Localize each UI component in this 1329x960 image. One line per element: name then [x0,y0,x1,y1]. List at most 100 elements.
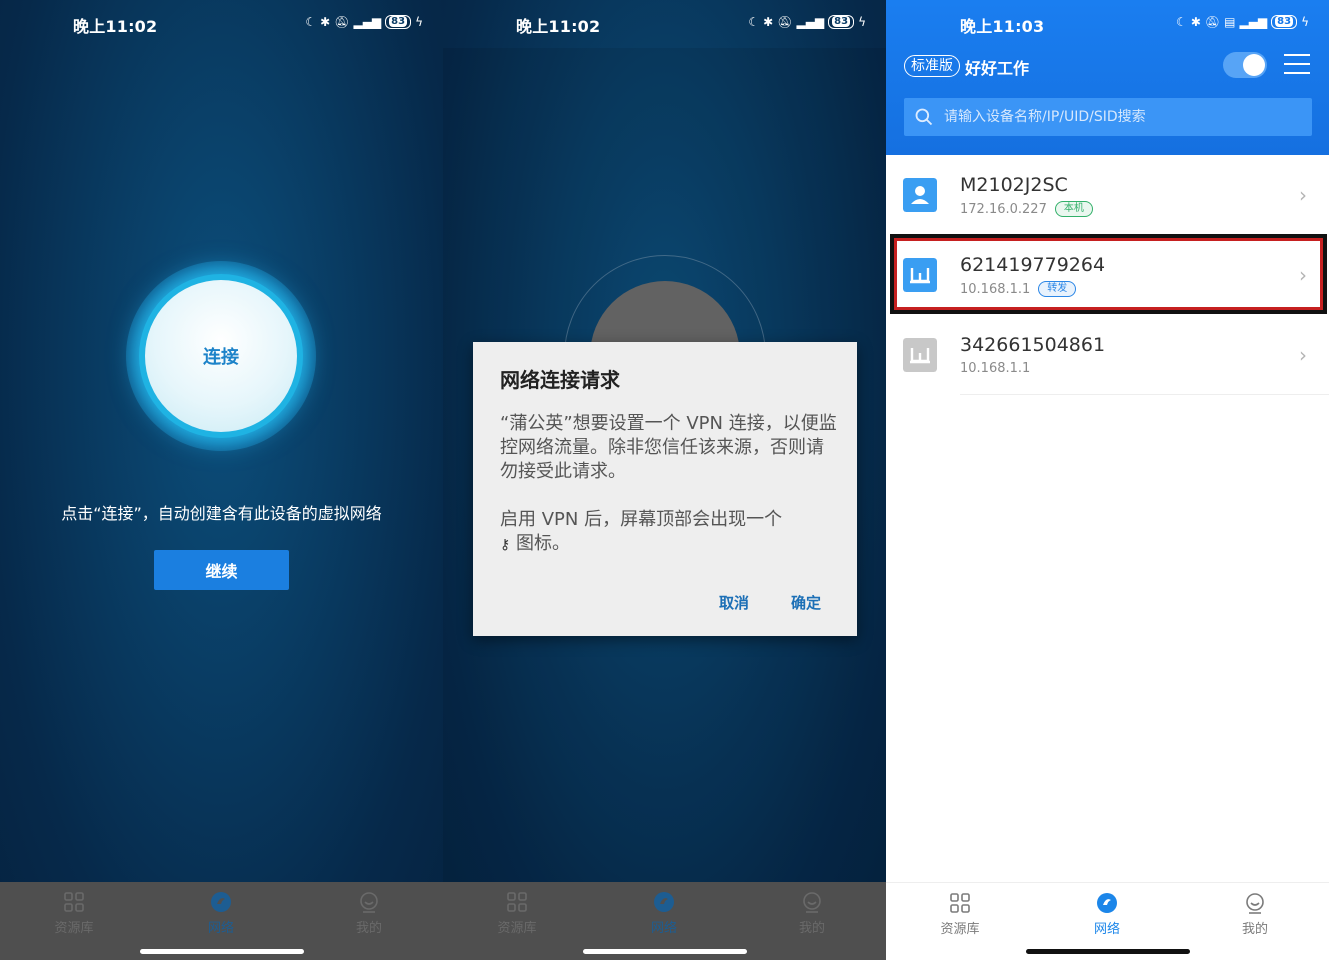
charging-icon: ϟ [415,15,423,29]
profile-icon [803,892,821,913]
network-icon [1097,893,1117,913]
chevron-right-icon: › [1299,183,1307,207]
status-time: 晚上11:02 [516,17,601,36]
bluetooth-icon: ✱ [763,15,774,29]
nav-item-library[interactable]: 资源库 [467,890,567,936]
nav-label: 我的 [1241,922,1268,937]
bluetooth-icon: ✱ [320,15,331,29]
nav-item-library[interactable]: 资源库 [24,890,124,936]
phone-device-icon [903,178,937,212]
search-bar[interactable] [904,98,1312,136]
nav-item-network[interactable]: 网络 [1057,891,1157,937]
device-name: M2102J2SC [960,174,1068,196]
home-indicator[interactable] [139,949,304,954]
dialog-message: “蒲公英”想要设置一个 VPN 连接，以便监控网络流量。除非您信任该来源，否则请… [500,413,837,482]
nav-item-network[interactable]: 网络 [171,890,271,936]
nav-label: 我的 [355,921,382,936]
connect-button[interactable]: 连接 [145,280,297,432]
battery-icon: 83 [1271,15,1298,29]
charging-icon: ϟ [858,15,866,29]
nav-label: 我的 [798,921,825,936]
profile-icon [360,892,378,913]
charging-icon: ϟ [1301,15,1309,29]
bell-muted-icon: 🔕︎ [334,15,350,29]
moon-icon: ☾ [305,15,317,29]
nav-item-profile[interactable]: 我的 [319,890,419,936]
status-icons: ☾ ✱ 🔕︎ ▂▄▆ 83 ϟ [305,15,423,29]
row-divider [960,394,1329,395]
home-indicator[interactable] [1025,949,1190,954]
nav-item-profile[interactable]: 我的 [762,890,862,936]
bottom-nav: 资源库 网络 我的 [0,882,443,960]
moon-icon: ☾ [1176,15,1187,29]
dialog-title: 网络连接请求 [500,368,620,392]
grid-icon [507,892,527,912]
connect-hint: 点击“连接”，自动创建含有此设备的虚拟网络 [61,504,382,523]
cancel-button[interactable]: 取消 [719,592,749,613]
network-toggle[interactable] [1223,52,1267,78]
device-row[interactable]: 342661504861 10.168.1.1 › [886,315,1329,395]
profile-icon [1246,893,1264,914]
network-icon [654,892,674,912]
device-tag-local: 本机 [1054,201,1093,217]
connect-screen: 晚上11:02 ☾ ✱ 🔕︎ ▂▄▆ 83 ϟ 连接 点击“连接”，自动创建含有… [0,0,443,960]
grid-icon [64,892,84,912]
nav-item-profile[interactable]: 我的 [1205,891,1305,937]
status-time: 晚上11:02 [73,17,158,36]
device-row[interactable]: M2102J2SC 172.16.0.227 本机 › [886,155,1329,235]
nav-item-network[interactable]: 网络 [614,890,714,936]
nav-label: 资源库 [54,921,94,936]
vibrate-icon: ▤ [1224,15,1236,29]
signal-icon: ▂▄▆ [1239,15,1268,29]
battery-icon: 83 [828,15,855,29]
status-bar: 晚上11:03 ☾ ✱ 🔕︎ ▤ ▂▄▆ 83 ϟ [886,0,1329,48]
nav-label: 资源库 [940,922,980,937]
bell-muted-icon: 🔕︎ [777,15,793,29]
chevron-right-icon: › [1299,343,1307,367]
network-icon [211,892,231,912]
search-icon [915,108,933,126]
nav-label: 网络 [1093,922,1120,937]
highlight-annotation [890,234,1327,314]
signal-icon: ▂▄▆ [353,15,382,29]
bell-muted-icon: 🔕︎ [1204,15,1221,29]
status-bar: 晚上11:02 ☾ ✱ 🔕︎ ▂▄▆ 83 ϟ [0,0,443,48]
header: 晚上11:03 ☾ ✱ 🔕︎ ▤ ▂▄▆ 83 ϟ 标准版 好好工作 [886,0,1329,155]
nav-label: 资源库 [497,921,537,936]
workspace-name[interactable]: 好好工作 [965,55,1029,79]
vpn-request-screen: 晚上11:02 ☾ ✱ 🔕︎ ▂▄▆ 83 ϟ 网络连接请求 “蒲公英”想要设置… [443,0,886,960]
ok-button[interactable]: 确定 [791,592,821,613]
dialog-message-part: 图标。 [516,533,570,554]
key-icon: ⚷ [500,537,511,553]
device-list-screen: 晚上11:03 ☾ ✱ 🔕︎ ▤ ▂▄▆ 83 ϟ 标准版 好好工作 M2102… [886,0,1329,960]
device-ip: 172.16.0.227 [960,201,1047,217]
toggle-knob [1243,54,1265,76]
menu-icon[interactable] [1284,54,1310,76]
edition-badge: 标准版 [904,55,960,77]
dialog-message-vpn-icon: 启用 VPN 后，屏幕顶部会出现一个 ⚷ 图标。 [500,508,840,557]
device-name: 342661504861 [960,334,1106,356]
device-ip-line: 172.16.0.227 本机 [960,201,1093,217]
vpn-request-dialog: 网络连接请求 “蒲公英”想要设置一个 VPN 连接，以便监控网络流量。除非您信任… [473,342,857,636]
status-time: 晚上11:03 [960,17,1045,36]
search-input[interactable] [944,98,1304,136]
grid-icon [950,893,970,913]
moon-icon: ☾ [748,15,760,29]
signal-icon: ▂▄▆ [796,15,825,29]
nav-label: 网络 [650,921,677,936]
nav-item-library[interactable]: 资源库 [910,891,1010,937]
bluetooth-icon: ✱ [1190,15,1201,29]
device-ip: 10.168.1.1 [960,361,1031,376]
nav-label: 网络 [207,921,234,936]
bottom-nav: 资源库 网络 我的 [443,882,886,960]
router-icon [903,338,937,372]
status-icons: ☾ ✱ 🔕︎ ▂▄▆ 83 ϟ [748,15,866,29]
continue-button[interactable]: 继续 [154,550,289,590]
dialog-message-part: 启用 VPN 后，屏幕顶部会出现一个 [500,509,783,530]
device-ip-line: 10.168.1.1 [960,361,1030,376]
bottom-nav: 资源库 网络 我的 [886,882,1329,960]
status-bar: 晚上11:02 ☾ ✱ 🔕︎ ▂▄▆ 83 ϟ [443,0,886,48]
status-icons: ☾ ✱ 🔕︎ ▤ ▂▄▆ 83 ϟ [1176,15,1309,29]
battery-icon: 83 [385,15,412,29]
home-indicator[interactable] [582,949,747,954]
